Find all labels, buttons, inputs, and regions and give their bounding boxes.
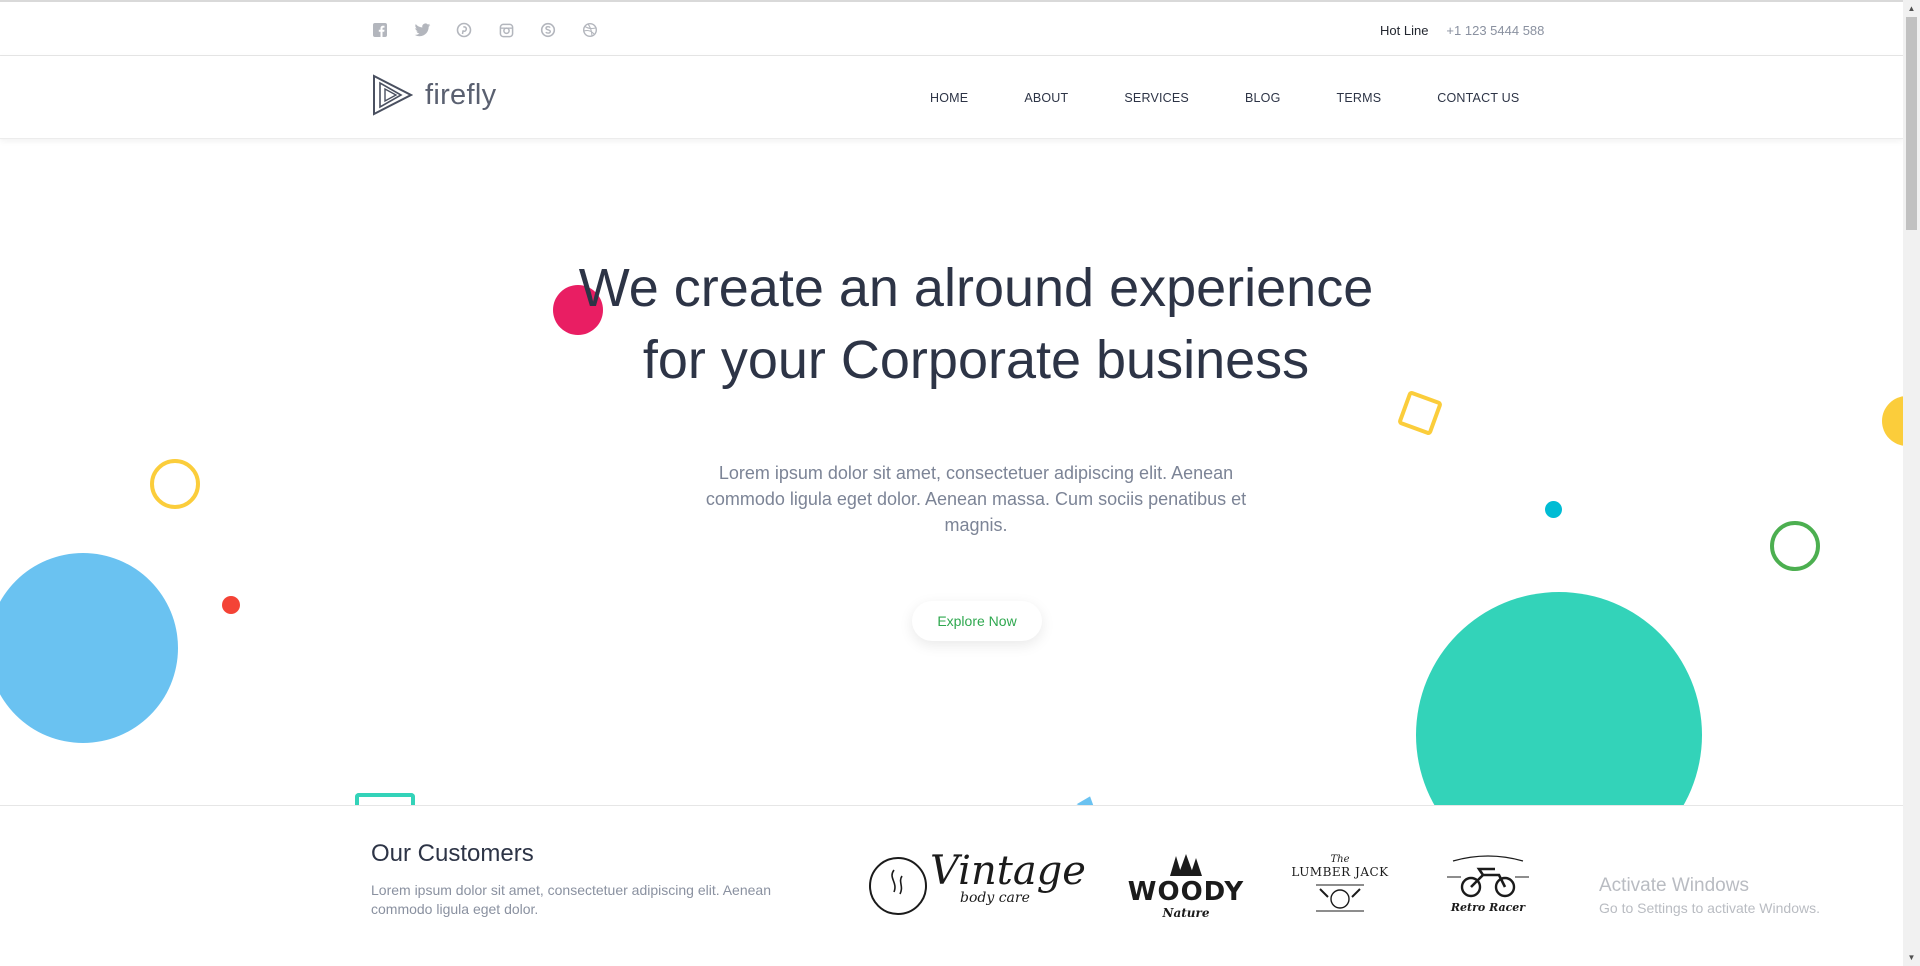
hotline: Hot Line +1 123 5444 588 (1380, 23, 1544, 38)
brand-vintage-sub: body care (960, 890, 1030, 906)
twitter-icon[interactable] (413, 21, 431, 39)
logo[interactable]: firefly (371, 74, 496, 116)
customers-description: Lorem ipsum dolor sit amet, consectetuer… (371, 882, 771, 917)
main-nav: HOME ABOUT SERVICES BLOG TERMS CONTACT U… (930, 91, 1575, 105)
watermark-line-2: Go to Settings to activate Windows. (1599, 900, 1820, 916)
hero-description: Lorem ipsum dolor sit amet, consectetuer… (705, 463, 1247, 535)
scrollbar-thumb[interactable] (1906, 17, 1917, 230)
hotline-label: Hot Line (1380, 23, 1429, 38)
activate-windows-watermark: Activate Windows Go to Settings to activ… (1599, 874, 1820, 918)
hero-title-line-2: for your Corporate business (642, 330, 1310, 390)
decor-yellow-ring (150, 459, 200, 509)
hero-title: We create an alround experience for your… (0, 252, 1920, 396)
decor-blue-circle (0, 553, 178, 743)
decor-red-dot (222, 596, 240, 614)
pine-trees-icon (1170, 854, 1202, 876)
hotline-number[interactable]: +1 123 5444 588 (1446, 23, 1544, 38)
nav-terms[interactable]: TERMS (1337, 91, 1382, 105)
axe-emblem-icon (1316, 884, 1364, 911)
instagram-icon[interactable] (497, 21, 515, 39)
brand-lumber-title: LUMBER JACK (1291, 864, 1389, 879)
social-links (371, 21, 599, 39)
brand-woody-title: WOODY (1127, 877, 1245, 907)
scroll-down-arrow-icon[interactable]: ▼ (1903, 949, 1920, 966)
brand-retro-title: Retro Racer (1450, 900, 1526, 914)
brand-logo-woody: WOODY Nature (1128, 851, 1243, 923)
brand-woody-sub: Nature (1162, 906, 1210, 920)
facebook-icon[interactable] (371, 21, 389, 39)
dribbble-icon[interactable] (581, 21, 599, 39)
nav-home[interactable]: HOME (930, 91, 968, 105)
explore-now-button[interactable]: Explore Now (912, 601, 1042, 641)
nav-blog[interactable]: BLOG (1245, 91, 1281, 105)
site-header: firefly HOME ABOUT SERVICES BLOG TERMS C… (0, 56, 1903, 139)
decor-green-ring (1770, 521, 1820, 571)
hero-title-line-1: We create an alround experience (578, 258, 1374, 318)
brand-vintage-title: Vintage (930, 848, 1086, 894)
brand-logo-vintage: Vintage body care (868, 846, 1086, 918)
brand-lumber-top: The (1330, 853, 1350, 865)
nav-services[interactable]: SERVICES (1124, 91, 1189, 105)
vertical-scrollbar[interactable]: ▲ ▼ (1903, 0, 1920, 966)
brand-logo-lumber-jack: The LUMBER JACK (1291, 846, 1388, 922)
nav-contact-us[interactable]: CONTACT US (1437, 91, 1519, 105)
nav-about[interactable]: ABOUT (1024, 91, 1068, 105)
watermark-line-1: Activate Windows (1599, 875, 1749, 896)
top-bar: Hot Line +1 123 5444 588 (0, 0, 1903, 56)
motorcycle-icon (1447, 854, 1529, 897)
brand-logo-retro-racer: Retro Racer (1442, 846, 1534, 922)
pinterest-icon[interactable] (455, 21, 473, 39)
logo-icon (373, 74, 413, 116)
customers-title: Our Customers (371, 840, 534, 867)
decor-cyan-dot (1545, 501, 1562, 518)
logo-text: firefly (425, 78, 497, 111)
decor-yellow-square (1396, 389, 1444, 437)
scroll-up-arrow-icon[interactable]: ▲ (1903, 0, 1920, 17)
skype-icon[interactable] (539, 21, 557, 39)
